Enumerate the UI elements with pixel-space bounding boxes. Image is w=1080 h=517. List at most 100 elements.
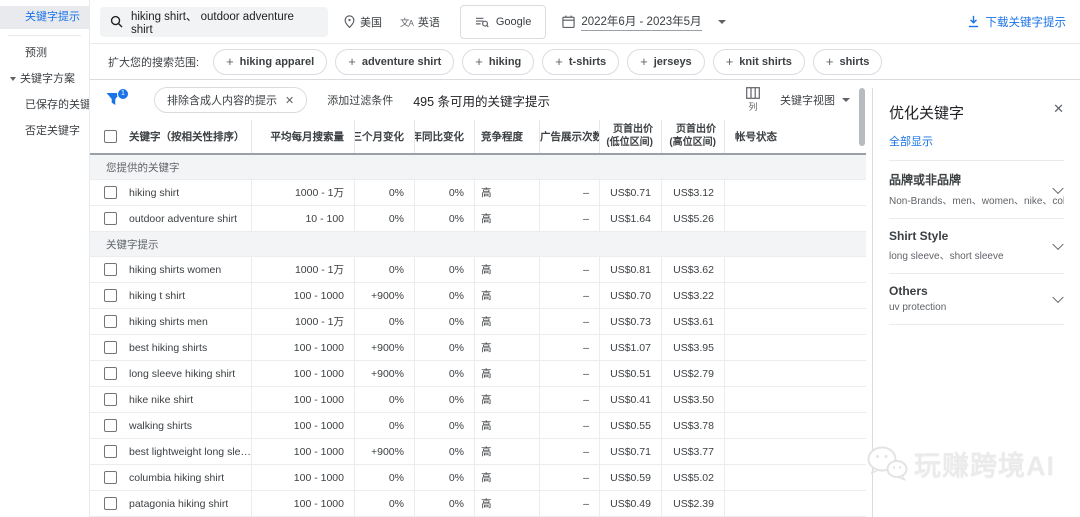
language-selector[interactable]: 文A 英语 [400,14,440,30]
plus-icon: + [475,54,483,69]
account-status-cell [725,309,866,334]
select-all-checkbox[interactable] [104,130,117,143]
columns-label: 列 [748,102,758,112]
sidebar-item-keyword-plan[interactable]: 关键字方案 [0,68,89,91]
header-ad-impression-share[interactable]: 广告展示次数份额 [540,120,600,153]
sidebar-item-forecast[interactable]: 预测 [0,42,89,65]
competition-cell: 高 [475,309,540,334]
keyword-text: best lightweight long sleeve hiking… [129,445,251,458]
account-status-cell [725,283,866,308]
sidebar-item-saved-keywords[interactable]: 已保存的关键字 [0,94,89,117]
refine-group[interactable]: Others uv protection [889,274,1064,325]
header-label: 页首出价 [676,124,716,135]
table-row[interactable]: patagonia hiking shirt 100 - 1000 0% 0% … [90,491,866,517]
bid-low-cell: US$0.70 [600,283,662,308]
keyword-cell: hiking t shirt [90,283,252,308]
table-row[interactable]: hike nike shirt 100 - 1000 0% 0% 高 – US$… [90,387,866,413]
table-row[interactable]: hiking shirt 1000 - 1万 0% 0% 高 – US$0.71… [90,180,866,206]
columns-icon [746,87,760,99]
account-status-cell [725,335,866,360]
show-all-link[interactable]: 全部显示 [889,133,1064,149]
header-sublabel: (低位区间) [606,136,653,148]
row-checkbox[interactable] [104,393,117,406]
keyword-text: hiking shirt [129,186,180,199]
keywords-search-input[interactable]: hiking shirt、 outdoor adventure shirt [100,6,328,37]
keyword-text: best hiking shirts [129,341,208,354]
keyword-view-dropdown[interactable]: 关键字视图 [780,92,850,108]
add-filter-button[interactable]: 添加过滤条件 [327,92,393,108]
table-row[interactable]: best hiking shirts 100 - 1000 +900% 0% 高… [90,335,866,361]
row-checkbox[interactable] [104,315,117,328]
row-checkbox[interactable] [104,341,117,354]
bid-high-cell: US$3.62 [662,257,725,282]
download-keyword-ideas-button[interactable]: 下载关键字提示 [967,14,1066,30]
keyword-cell: best lightweight long sleeve hiking… [90,439,252,464]
account-status-cell [725,206,866,231]
network-selector[interactable]: Google [459,4,547,39]
vertical-scrollbar[interactable] [859,88,865,146]
broaden-chip[interactable]: + hiking apparel [213,48,328,75]
refine-group[interactable]: Shirt Style long sleeve、short sleeve [889,219,1064,274]
broaden-chip[interactable]: + adventure shirt [335,48,455,75]
bid-high-cell: US$3.22 [662,283,725,308]
table-row[interactable]: hiking shirts women 1000 - 1万 0% 0% 高 – … [90,257,866,283]
refine-group-options: uv protection [889,302,947,313]
header-keyword[interactable]: 关键字（按相关性排序） [90,120,252,153]
columns-button[interactable]: 列 [746,87,760,113]
row-checkbox[interactable] [104,497,117,510]
broaden-chip[interactable]: + hiking [462,48,535,75]
header-account-status[interactable]: 帐号状态 [725,120,866,153]
row-checkbox[interactable] [104,212,117,225]
row-checkbox[interactable] [104,445,117,458]
table-row[interactable]: outdoor adventure shirt 10 - 100 0% 0% 高… [90,206,866,232]
broaden-chip[interactable]: + t-shirts [542,48,620,75]
yoy-change-cell: 0% [415,206,475,231]
header-avg-monthly-searches[interactable]: 平均每月搜索量 [252,120,355,153]
table-row[interactable]: hiking t shirt 100 - 1000 +900% 0% 高 – U… [90,283,866,309]
row-checkbox[interactable] [104,471,117,484]
three-month-change-cell: 0% [355,387,415,412]
yoy-change-cell: 0% [415,413,475,438]
remove-filter-icon[interactable]: ✕ [285,94,294,107]
table-row[interactable]: columbia hiking shirt 100 - 1000 0% 0% 高… [90,465,866,491]
keyword-cell: patagonia hiking shirt [90,491,252,516]
search-icon [110,15,123,28]
avg-monthly-searches-cell: 100 - 1000 [252,361,355,386]
broaden-chip-label: t-shirts [568,55,607,68]
filter-button[interactable]: 1 [106,88,129,108]
table-row[interactable]: hiking shirts men 1000 - 1万 0% 0% 高 – US… [90,309,866,335]
broaden-chip[interactable]: + knit shirts [712,48,805,75]
sidebar-item-keyword-ideas[interactable]: 关键字提示 [0,6,89,29]
table-controls: 列 关键字视图 [746,87,850,113]
table-row[interactable]: best lightweight long sleeve hiking… 100… [90,439,866,465]
ad-impression-share-cell: – [540,361,600,386]
refine-group[interactable]: 品牌或非品牌 Non-Brands、men、women、nike、columbi… [889,161,1064,219]
row-checkbox[interactable] [104,289,117,302]
sidebar-item-negative-keywords[interactable]: 否定关键字 [0,120,89,143]
header-three-month-change[interactable]: 三个月变化 [355,120,415,153]
plus-icon: + [725,54,734,69]
header-top-of-page-bid-low[interactable]: 页首出价 (低位区间) [600,120,662,153]
location-selector[interactable]: 美国 [344,14,382,30]
active-filter-chip[interactable]: 排除含成人内容的提示 ✕ [154,87,308,113]
row-checkbox[interactable] [104,263,117,276]
broaden-chip[interactable]: + shirts [812,48,883,75]
keyword-text: hiking t shirt [129,289,186,302]
table-row[interactable]: long sleeve hiking shirt 100 - 1000 +900… [90,361,866,387]
ad-impression-share-cell: – [540,206,600,231]
close-icon[interactable]: ✕ [1053,102,1064,115]
date-range-selector[interactable]: 2022年6月 - 2023年5月 [562,13,726,31]
table-row[interactable]: walking shirts 100 - 1000 0% 0% 高 – US$0… [90,413,866,439]
yoy-change-cell: 0% [415,335,475,360]
plus-icon: + [825,54,834,69]
row-checkbox[interactable] [104,419,117,432]
header-competition[interactable]: 竞争程度 [475,120,540,153]
header-yoy-change[interactable]: 年同比变化 [415,120,475,153]
plus-icon: + [555,54,563,69]
header-top-of-page-bid-high[interactable]: 页首出价 (高位区间) [662,120,725,153]
yoy-change-cell: 0% [415,387,475,412]
row-checkbox[interactable] [104,186,117,199]
row-checkbox[interactable] [104,367,117,380]
broaden-chip[interactable]: + jerseys [627,48,705,75]
ad-impression-share-cell: – [540,180,600,205]
